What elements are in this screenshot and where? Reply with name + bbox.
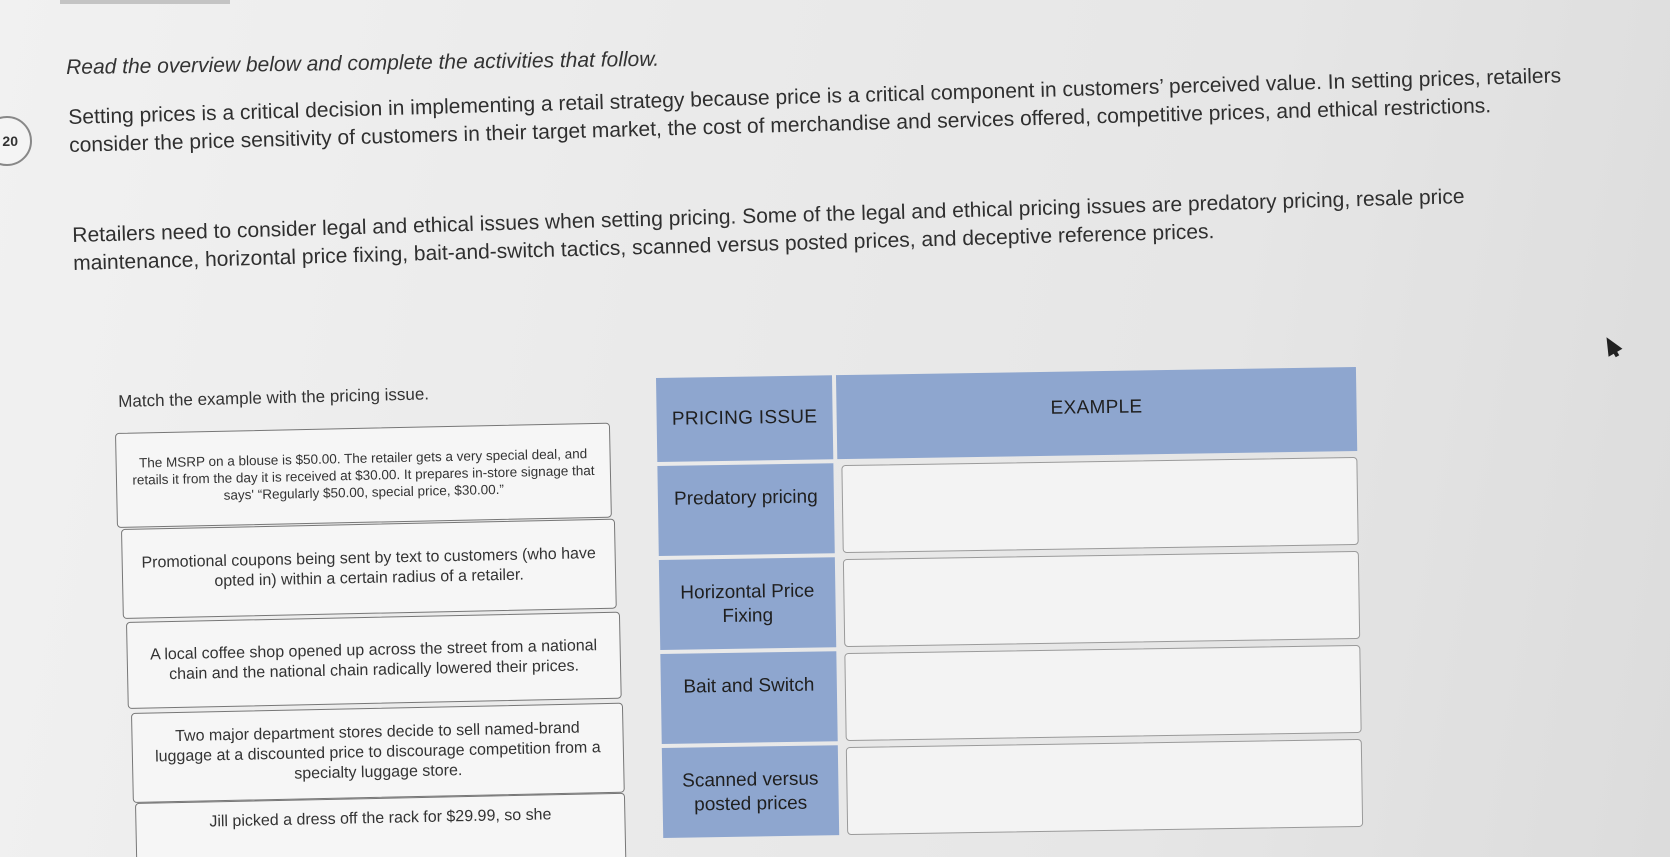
drop-slot-horizontal-price-fixing[interactable]: [842, 550, 1361, 648]
issue-scanned-versus-posted: Scanned versus posted prices: [661, 745, 840, 838]
example-card-text: Promotional coupons being sent by text t…: [141, 545, 597, 591]
issue-predatory-pricing: Predatory pricing: [657, 463, 835, 556]
issue-horizontal-price-fixing: Horizontal Price Fixing: [658, 557, 837, 650]
example-card-2[interactable]: Promotional coupons being sent by text t…: [121, 518, 617, 619]
example-card-3[interactable]: A local coffee shop opened up across the…: [126, 611, 622, 709]
example-card-text: Two major department stores decide to se…: [154, 719, 601, 783]
example-card-1[interactable]: The MSRP on a blouse is $50.00. The reta…: [115, 422, 612, 528]
drop-slot-bait-and-switch[interactable]: [844, 644, 1362, 742]
matching-table: PRICING ISSUE EXAMPLE Predatory pricing …: [656, 367, 1364, 848]
drop-slot-scanned-versus-posted[interactable]: [845, 738, 1364, 836]
overview-paragraph-2: Retailers need to consider legal and eth…: [72, 185, 1465, 275]
example-card-text: A local coffee shop opened up across the…: [149, 636, 598, 683]
header-pricing-issue: PRICING ISSUE: [656, 375, 834, 462]
header-example: EXAMPLE: [835, 367, 1358, 460]
page-background: 20 Read the overview below and complete …: [0, 0, 1670, 857]
question-number-badge: 20: [0, 116, 32, 166]
mouse-cursor-icon: [1599, 333, 1623, 357]
top-decoration: [60, 0, 230, 16]
example-card-4[interactable]: Two major department stores decide to se…: [131, 702, 625, 803]
drop-slot-predatory-pricing[interactable]: [841, 456, 1359, 554]
example-card-text: The MSRP on a blouse is $50.00. The reta…: [132, 446, 595, 503]
example-card-text: Jill picked a dress off the rack for $29…: [209, 806, 552, 831]
issue-bait-and-switch: Bait and Switch: [660, 651, 838, 744]
activity-instruction: Match the example with the pricing issue…: [118, 384, 430, 411]
example-card-5[interactable]: Jill picked a dress off the rack for $29…: [135, 792, 627, 857]
page-heading: Read the overview below and complete the…: [66, 47, 660, 79]
